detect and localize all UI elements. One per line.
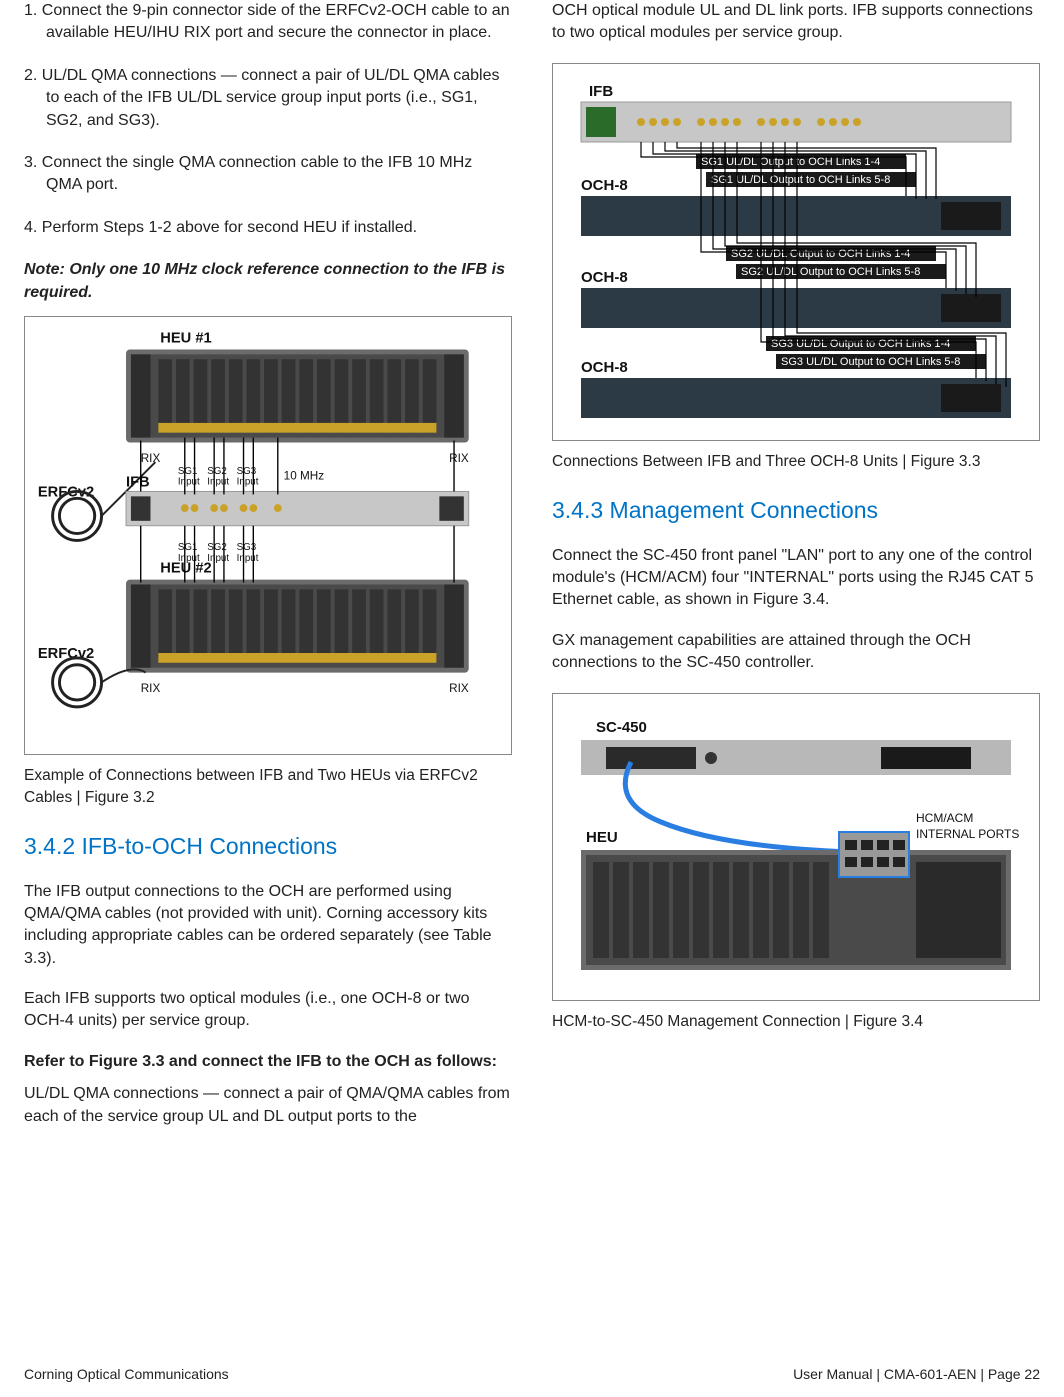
svg-text:Input: Input xyxy=(207,553,229,564)
svg-text:Input: Input xyxy=(207,477,229,488)
bold-instruction: Refer to Figure 3.3 and connect the IFB … xyxy=(24,1051,512,1073)
fig33-och8-2: OCH-8 xyxy=(581,269,628,286)
fig33-lbl2b: SG2 UL/DL Output to OCH Links 5-8 xyxy=(741,266,920,278)
note-clock-ref: Note: Only one 10 MHz clock reference co… xyxy=(24,259,512,304)
heading-342: 3.4.2 IFB-to-OCH Connections xyxy=(24,830,512,862)
fig32-ifb-label: IFB xyxy=(126,474,150,490)
para-342a: The IFB output connections to the OCH ar… xyxy=(24,881,512,971)
fig32-sg2-top: SG2 xyxy=(207,466,227,477)
step-4: 4. Perform Steps 1-2 above for second HE… xyxy=(24,217,512,239)
figure-3-4: SC-450 HEU xyxy=(552,693,1040,1001)
para-343b: GX management capabilities are attained … xyxy=(552,630,1040,675)
fig32-rix-top-right: RIX xyxy=(449,452,469,465)
svg-text:Input: Input xyxy=(178,553,200,564)
step-1: 1. Connect the 9-pin connector side of t… xyxy=(24,0,512,45)
footer-left: Corning Optical Communications xyxy=(24,1365,229,1385)
fig34-sc450-label: SC-450 xyxy=(596,719,647,736)
heading-343: 3.4.3 Management Connections xyxy=(552,494,1040,526)
step-3: 3. Connect the single QMA connection cab… xyxy=(24,152,512,197)
fig32-rix-bot-left: RIX xyxy=(141,682,161,695)
fig32-heu1-label: HEU #1 xyxy=(160,331,211,347)
figure-3-4-caption: HCM-to-SC-450 Management Connection | Fi… xyxy=(552,1011,1040,1033)
figure-3-2: HEU #1 RIX RIX xyxy=(24,316,512,755)
footer-right: User Manual | CMA-601-AEN | Page 22 xyxy=(793,1365,1040,1385)
fig32-10mhz: 10 MHz xyxy=(284,470,325,483)
figure-3-2-caption: Example of Connections between IFB and T… xyxy=(24,765,512,808)
step-list: 1. Connect the 9-pin connector side of t… xyxy=(24,0,512,239)
fig34-hcm-label-1: HCM/ACM xyxy=(916,811,973,825)
svg-text:Input: Input xyxy=(178,477,200,488)
fig33-lbl2a: SG2 UL/DL Output to OCH Links 1-4 xyxy=(731,248,910,260)
ethernet-cable-icon xyxy=(625,762,851,852)
fig33-ifb-label: IFB xyxy=(589,83,613,100)
fig33-lbl1b: SG1 UL/DL Output to OCH Links 5-8 xyxy=(711,174,890,186)
fig32-sg1-top: SG1 xyxy=(178,466,198,477)
para-343a: Connect the SC-450 front panel "LAN" por… xyxy=(552,545,1040,612)
step-2: 2. UL/DL QMA connections — connect a pai… xyxy=(24,65,512,132)
figure-3-3-caption: Connections Between IFB and Three OCH-8 … xyxy=(552,451,1040,473)
svg-text:Input: Input xyxy=(237,477,259,488)
fig32-rix-top-left: RIX xyxy=(141,452,161,465)
para-right-top: OCH optical module UL and DL link ports.… xyxy=(552,0,1040,45)
fig34-heu-label: HEU xyxy=(586,829,618,846)
para-342c: UL/DL QMA connections — connect a pair o… xyxy=(24,1083,512,1128)
fig32-sg3-top: SG3 xyxy=(237,466,257,477)
para-342b: Each IFB supports two optical modules (i… xyxy=(24,988,512,1033)
fig33-lbl3b: SG3 UL/DL Output to OCH Links 5-8 xyxy=(781,356,960,368)
fig33-lbl1a: SG1 UL/DL Output to OCH Links 1-4 xyxy=(701,156,880,168)
fig34-hcm-label-2: INTERNAL PORTS xyxy=(916,827,1019,841)
fig33-lbl3a: SG3 UL/DL Output to OCH Links 1-4 xyxy=(771,338,950,350)
fig33-och8-1: OCH-8 xyxy=(581,177,628,194)
fig33-och8-3: OCH-8 xyxy=(581,359,628,376)
figure-3-3: IFB OCH-8 OCH-8 OCH-8 xyxy=(552,63,1040,441)
svg-text:Input: Input xyxy=(237,553,259,564)
fig32-rix-bot-right: RIX xyxy=(449,682,469,695)
